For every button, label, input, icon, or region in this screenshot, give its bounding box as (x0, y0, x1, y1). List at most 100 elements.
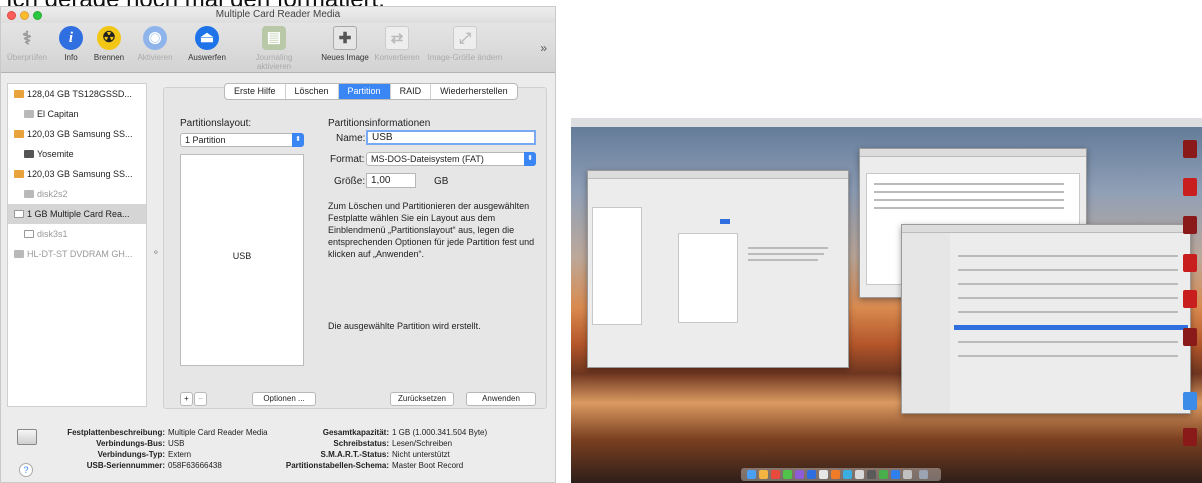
dock-app-icon[interactable] (819, 470, 828, 479)
sidebar-item-card-reader[interactable]: 1 GB Multiple Card Rea... (8, 204, 146, 224)
toolbar-convert-button[interactable]: ⇄ Konvertieren (371, 26, 423, 62)
mini-text-line (958, 311, 1178, 313)
partition-name-field[interactable]: USB (366, 130, 536, 145)
mini-title-bar (902, 225, 1190, 233)
finder-icon[interactable] (747, 470, 756, 479)
volume-icon (24, 110, 34, 118)
desktop-pdf-icon[interactable] (1183, 254, 1197, 272)
partition-layout-select[interactable]: 1 Partition ⬍ (180, 133, 304, 147)
partition-info-heading: Partitionsinformationen (328, 118, 431, 129)
info-row-description: Festplattenbeschreibung: Multiple Card Re… (67, 428, 268, 437)
mini-finder-window (901, 224, 1191, 414)
reset-button[interactable]: Zurücksetzen (390, 392, 454, 406)
toolbar-eject-button[interactable]: ⏏ Auswerfen (181, 26, 233, 62)
sidebar-item-disk2s2[interactable]: disk2s2 (8, 184, 146, 204)
toolbar-resize-image-button[interactable]: ⤢ Image-Größe ändern (425, 26, 505, 62)
mini-active-tab (720, 219, 730, 224)
size-field[interactable]: 1,00 (366, 173, 416, 188)
resize-image-icon: ⤢ (453, 26, 477, 50)
toolbar-overflow-button[interactable]: » (540, 41, 547, 55)
desktop-pdf-icon[interactable] (1183, 178, 1197, 196)
sidebar-item-yosemite[interactable]: Yosemite (8, 144, 146, 164)
dock-app-icon[interactable] (783, 470, 792, 479)
mini-title-bar (588, 171, 848, 179)
desktop-pdf-icon[interactable] (1183, 290, 1197, 308)
dock-app-icon[interactable] (795, 470, 804, 479)
sidebar-item-disk1[interactable]: 120,03 GB Samsung SS... (8, 124, 146, 144)
info-row-smart-status: S.M.A.R.T.-Status: Nicht unterstützt (320, 450, 450, 459)
dock-app-icon[interactable] (831, 470, 840, 479)
add-partition-button[interactable]: + (180, 392, 193, 406)
trash-icon[interactable] (919, 470, 928, 479)
minimize-button[interactable] (20, 11, 29, 20)
toolbar: ⚕ Überprüfen i Info ☢ Brennen ◉ Aktivier… (1, 23, 555, 73)
mini-text-line (874, 199, 1064, 201)
partition-layout-label: Partitionslayout: (180, 118, 252, 129)
mini-finder-sidebar (902, 233, 950, 413)
mini-partition-map (678, 233, 738, 323)
close-button[interactable] (7, 11, 16, 20)
sidebar-item-disk3s1[interactable]: disk3s1 (8, 224, 146, 244)
mini-text-line (958, 255, 1178, 257)
desktop-drive-icon[interactable] (1183, 328, 1197, 346)
toolbar-burn-button[interactable]: ☢ Brennen (83, 26, 135, 62)
mini-text-line (958, 297, 1178, 299)
tab-first-aid[interactable]: Erste Hilfe (225, 84, 286, 99)
help-button[interactable]: ? (19, 463, 33, 477)
external-disk-icon (17, 429, 37, 445)
eject-icon: ⏏ (195, 26, 219, 50)
toolbar-mount-button[interactable]: ◉ Aktivieren (129, 26, 181, 62)
sidebar-item-dvd-drive[interactable]: HL-DT-ST DVDRAM GH... (8, 244, 146, 264)
hard-disk-icon (14, 170, 24, 178)
stethoscope-icon: ⚕ (22, 28, 32, 48)
disk-info-panel: Festplattenbeschreibung: Multiple Card Re… (7, 415, 549, 481)
partition-map[interactable]: USB (180, 154, 304, 366)
zoom-button[interactable] (33, 11, 42, 20)
mini-text-line (748, 253, 824, 255)
desktop-drive-icon[interactable] (1183, 216, 1197, 234)
dock-app-icon[interactable] (843, 470, 852, 479)
info-row-capacity: Gesamtkapazität: 1 GB (1.000.341.504 Byte… (322, 428, 488, 437)
format-select[interactable]: MS-DOS-Dateisystem (FAT) ⬍ (366, 152, 536, 166)
tab-partition[interactable]: Partition (338, 84, 391, 99)
mini-sidebar (592, 207, 642, 325)
options-button[interactable]: Optionen ... (252, 392, 316, 406)
info-row-write-status: Schreibstatus: Lesen/Schreiben (333, 439, 453, 448)
mini-text-line (748, 259, 818, 261)
mini-text-line (748, 247, 828, 249)
desktop-folder-icon[interactable] (1183, 392, 1197, 410)
remove-partition-button[interactable]: − (194, 392, 207, 406)
toolbar-new-image-button[interactable]: ✚ Neues Image (319, 26, 371, 62)
dock-app-icon[interactable] (879, 470, 888, 479)
volume-icon (24, 230, 34, 238)
format-label: Format: (330, 154, 365, 165)
partition-label: USB (232, 251, 252, 261)
radiation-icon: ☢ (97, 26, 121, 50)
sidebar-item-disk2[interactable]: 120,03 GB Samsung SS... (8, 164, 146, 184)
tab-raid[interactable]: RAID (391, 84, 432, 99)
name-label: Name: (336, 133, 366, 144)
tab-erase[interactable]: Löschen (286, 84, 339, 99)
mini-text-line (874, 207, 1064, 209)
mini-selected-row (954, 325, 1188, 330)
dock-app-icon[interactable] (855, 470, 864, 479)
toolbar-journaling-button[interactable]: ▤ Journaling aktivieren (239, 26, 309, 71)
info-row-serial: USB-Seriennummer: 058F63666438 (86, 461, 222, 470)
sidebar-resize-handle[interactable]: ⋄ (153, 247, 159, 258)
sidebar-item-el-capitan[interactable]: El Capitan (8, 104, 146, 124)
dock-app-icon[interactable] (903, 470, 912, 479)
dock-app-icon[interactable] (867, 470, 876, 479)
dock-app-icon[interactable] (807, 470, 816, 479)
sidebar-item-disk0[interactable]: 128,04 GB TS128GSSD... (8, 84, 146, 104)
desktop-drive-icon[interactable] (1183, 428, 1197, 446)
mini-text-line (958, 355, 1178, 357)
dock-app-icon[interactable] (891, 470, 900, 479)
tab-restore[interactable]: Wiederherstellen (431, 84, 517, 99)
apply-button[interactable]: Anwenden (466, 392, 536, 406)
desktop-drive-icon[interactable] (1183, 140, 1197, 158)
dock-app-icon[interactable] (771, 470, 780, 479)
hard-disk-icon (14, 130, 24, 138)
dock-app-icon[interactable] (759, 470, 768, 479)
info-icon: i (59, 26, 83, 50)
partition-status-text: Die ausgewählte Partition wird erstellt. (328, 321, 481, 331)
